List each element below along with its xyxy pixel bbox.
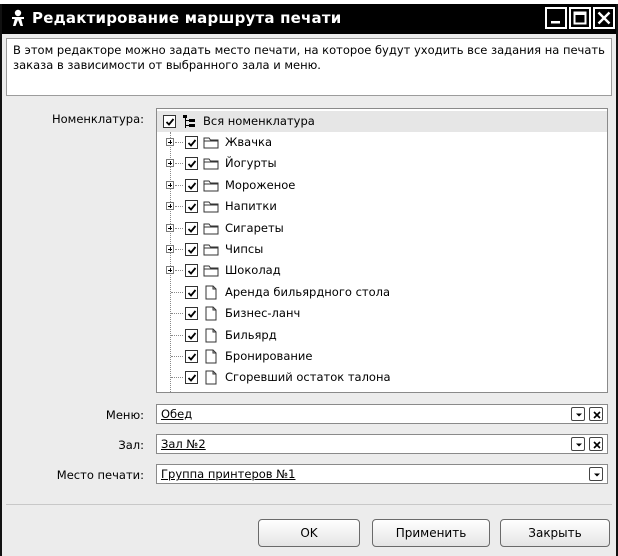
ok-button[interactable]: OK	[258, 519, 360, 547]
tree-root-row[interactable]: Вся номенклатура	[157, 111, 607, 132]
hall-value: Зал №2	[161, 437, 206, 451]
expand-plus-icon[interactable]	[166, 245, 174, 253]
print-place-value: Группа принтеров №1	[161, 467, 296, 481]
item-checkbox[interactable]	[185, 157, 198, 171]
item-checkbox[interactable]	[185, 307, 198, 321]
item-checkbox[interactable]	[185, 136, 198, 149]
footer-separator	[6, 504, 612, 505]
tree-item-label: Бизнес-ланч	[225, 306, 301, 321]
tree-item-row[interactable]: Мороженое	[157, 175, 607, 196]
menu-field[interactable]: Обед	[156, 404, 608, 424]
app-person-icon	[10, 9, 26, 27]
document-icon	[203, 306, 219, 321]
tree-item-label: Напитки	[225, 199, 277, 214]
tree-item-label: Шоколад	[225, 263, 281, 278]
item-checkbox[interactable]	[185, 264, 198, 278]
tree-item-row[interactable]: Сгоревший остаток талона	[157, 367, 607, 388]
title-bar[interactable]: Редактирование маршрута печати	[2, 4, 616, 34]
menu-value: Обед	[161, 407, 193, 421]
folder-icon	[203, 263, 219, 278]
tree-root-label: Вся номенклатура	[203, 114, 315, 128]
tree-guide-line	[171, 291, 183, 293]
nomenclature-label: Номенклатура:	[51, 112, 144, 126]
expand-plus-icon[interactable]	[166, 180, 174, 189]
tree-guide-line	[175, 206, 183, 208]
tree-guide-line	[171, 313, 183, 315]
tree-guide-line	[175, 142, 183, 143]
tree-item-label: Жвачка	[225, 135, 272, 149]
expand-plus-icon[interactable]	[166, 266, 174, 275]
minimize-button[interactable]	[545, 7, 567, 29]
tree-hierarchy-icon	[181, 114, 197, 129]
print-place-field[interactable]: Группа принтеров №1	[156, 464, 608, 484]
hall-field[interactable]: Зал №2	[156, 434, 608, 454]
item-checkbox[interactable]	[185, 350, 198, 363]
item-checkbox[interactable]	[185, 178, 198, 192]
folder-icon	[203, 242, 219, 257]
hall-clear-button[interactable]	[589, 437, 603, 451]
root-checkbox[interactable]	[163, 115, 176, 128]
hall-label: Зал:	[118, 438, 144, 452]
tree-guide-line	[175, 184, 183, 186]
nomenclature-tree[interactable]: Вся номенклатура Жвачка Йогурты Мороженое Н…	[156, 108, 608, 393]
expand-plus-icon[interactable]	[166, 138, 174, 146]
menu-label: Меню:	[105, 408, 144, 422]
folder-icon	[203, 135, 219, 150]
tree-item-row[interactable]: Аренда бильярдного стола	[157, 282, 607, 303]
tree-item-row[interactable]: Бизнес-ланч	[157, 303, 607, 324]
print-place-label: Место печати:	[56, 468, 144, 482]
tree-item-label: Аренда бильярдного стола	[225, 284, 391, 299]
maximize-button[interactable]	[569, 7, 591, 29]
document-icon	[203, 328, 219, 343]
item-checkbox[interactable]	[185, 243, 198, 256]
document-icon	[203, 349, 219, 364]
tree-item-row[interactable]: Сигареты	[157, 218, 607, 239]
item-checkbox[interactable]	[185, 200, 198, 214]
window-title: Редактирование маршрута печати	[32, 9, 342, 27]
tree-guide-line	[175, 270, 183, 272]
folder-icon	[203, 221, 219, 236]
folder-icon	[203, 156, 219, 171]
document-icon	[203, 285, 219, 300]
tree-item-label: Йогурты	[225, 156, 277, 171]
dialog-window: Редактирование маршрута печати В этом ре…	[0, 4, 618, 556]
tree-item-row[interactable]: Йогурты	[157, 153, 607, 174]
expand-plus-icon[interactable]	[166, 223, 174, 232]
tree-item-row[interactable]: Бронирование	[157, 346, 607, 367]
tree-item-label: Сгоревший остаток талона	[225, 370, 391, 385]
tree-item-row[interactable]: Бильярд	[157, 325, 607, 346]
folder-icon	[203, 178, 219, 193]
tree-item-row[interactable]: Напитки	[157, 196, 607, 217]
menu-clear-button[interactable]	[589, 407, 603, 421]
item-checkbox[interactable]	[185, 221, 198, 235]
tree-guide-line	[175, 163, 183, 165]
document-icon	[203, 370, 219, 385]
tree-guide-line	[175, 227, 183, 229]
tree-guide-line	[171, 356, 183, 357]
apply-button[interactable]: Применить	[372, 519, 490, 547]
description-text: В этом редакторе можно задать место печа…	[6, 38, 612, 96]
tree-guide-line	[171, 334, 183, 336]
item-checkbox[interactable]	[185, 285, 198, 299]
item-checkbox[interactable]	[185, 328, 198, 342]
close-window-button[interactable]	[593, 7, 615, 29]
tree-item-label: Бильярд	[225, 327, 277, 342]
tree-guide-line	[171, 377, 183, 379]
tree-item-label: Чипсы	[225, 242, 264, 256]
tree-item-label: Сигареты	[225, 220, 284, 235]
menu-dropdown-button[interactable]	[571, 407, 585, 421]
close-button[interactable]: Закрыть	[500, 519, 610, 547]
hall-dropdown-button[interactable]	[571, 437, 585, 451]
tree-item-row[interactable]: Жвачка	[157, 132, 607, 153]
expand-plus-icon[interactable]	[166, 202, 174, 211]
tree-item-row[interactable]: Шоколад	[157, 260, 607, 281]
tree-item-label: Бронирование	[225, 349, 313, 363]
print-place-dropdown-button[interactable]	[589, 467, 603, 481]
folder-icon	[203, 199, 219, 214]
tree-item-row[interactable]: Чипсы	[157, 239, 607, 260]
tree-item-label: Мороженое	[225, 177, 296, 192]
expand-plus-icon[interactable]	[166, 159, 174, 168]
tree-guide-line	[175, 249, 183, 250]
item-checkbox[interactable]	[185, 371, 198, 385]
